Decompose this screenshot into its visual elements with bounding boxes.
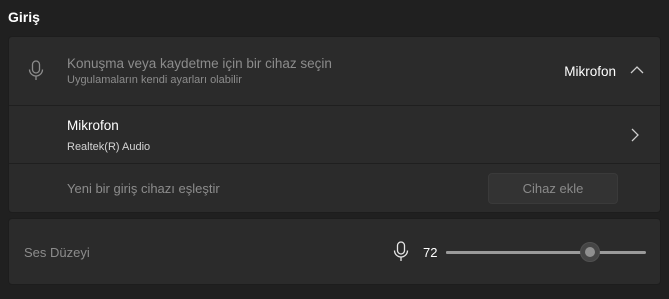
microphone-icon (28, 60, 44, 80)
volume-card: Ses Düzeyi 72 (8, 218, 661, 285)
section-title: Giriş (8, 9, 40, 25)
slider-thumb-center (585, 247, 595, 257)
input-device-subtitle: Uygulamaların kendi ayarları olabilir (67, 74, 242, 86)
input-device-title: Konuşma veya kaydetme için bir cihaz seç… (67, 56, 332, 71)
slider-thumb[interactable] (580, 242, 600, 262)
input-device-card: Konuşma veya kaydetme için bir cihaz seç… (8, 36, 661, 213)
input-device-selector[interactable]: Konuşma veya kaydetme için bir cihaz seç… (9, 37, 660, 105)
device-name: Mikrofon (67, 118, 119, 133)
selected-device-value: Mikrofon (564, 64, 616, 79)
slider-fill (446, 251, 590, 254)
volume-value: 72 (423, 245, 438, 260)
chevron-right-icon[interactable] (630, 128, 640, 142)
volume-slider[interactable] (446, 241, 646, 263)
device-item-mikrofon[interactable]: Mikrofon Realtek(R) Audio (9, 105, 660, 163)
device-description: Realtek(R) Audio (67, 141, 151, 153)
chevron-up-icon[interactable] (630, 65, 644, 75)
volume-label: Ses Düzeyi (24, 245, 90, 260)
pair-device-row: Yeni bir giriş cihazı eşleştir Cihaz ekl… (9, 163, 660, 213)
pair-device-label: Yeni bir giriş cihazı eşleştir (67, 181, 220, 196)
add-device-button[interactable]: Cihaz ekle (488, 173, 618, 204)
microphone-icon[interactable] (393, 241, 409, 263)
